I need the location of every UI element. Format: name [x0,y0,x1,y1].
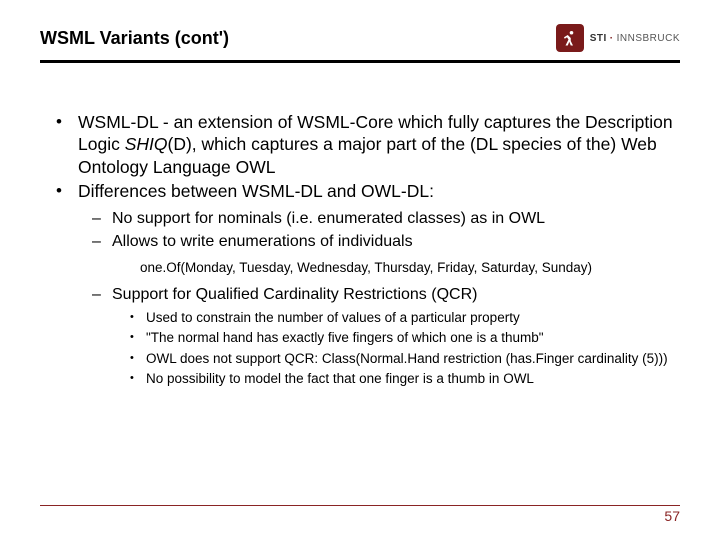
subsub-item: OWL does not support QCR: Class(Normal.H… [130,350,680,368]
logo-sti: STI [590,33,607,44]
text: Support for Qualified Cardinality Restri… [112,286,477,303]
subsub-item: "The normal hand has exactly five finger… [130,329,680,347]
bullet-item: WSML-DL - an extension of WSML-Core whic… [56,111,680,178]
person-run-icon [561,29,579,47]
sub-item: Allows to write enumerations of individu… [92,232,680,282]
slide-title: WSML Variants (cont') [40,28,229,49]
slide-content: WSML-DL - an extension of WSML-Core whic… [40,63,680,388]
bullet-list: WSML-DL - an extension of WSML-Core whic… [46,111,680,388]
logo-badge-icon [556,24,584,52]
sub-item: Support for Qualified Cardinality Restri… [92,285,680,388]
text: Allows to write enumerations of individu… [112,233,413,250]
bullet-item: Differences between WSML-DL and OWL-DL: … [56,180,680,388]
slide-header: WSML Variants (cont') STI · INNSBRUCK [40,24,680,52]
logo-innsbruck: INNSBRUCK [617,33,680,44]
logo: STI · INNSBRUCK [556,24,680,52]
slide: WSML Variants (cont') STI · INNSBRUCK WS… [0,0,720,540]
logo-text: STI · INNSBRUCK [590,33,680,44]
subsub-item: Used to constrain the number of values o… [130,309,680,327]
sub-item: No support for nominals (i.e. enumerated… [92,209,680,229]
subsub-list: Used to constrain the number of values o… [112,309,680,388]
text: Differences between WSML-DL and OWL-DL: [78,181,434,201]
footer-rule [40,505,680,507]
text-italic: SHIQ [125,134,168,154]
logo-dot: · [610,33,614,44]
code-example: one.Of(Monday, Tuesday, Wednesday, Thurs… [112,253,680,282]
sub-list: No support for nominals (i.e. enumerated… [78,209,680,389]
page-number: 57 [40,508,680,524]
slide-footer: 57 [40,505,680,525]
subsub-item: No possibility to model the fact that on… [130,370,680,388]
